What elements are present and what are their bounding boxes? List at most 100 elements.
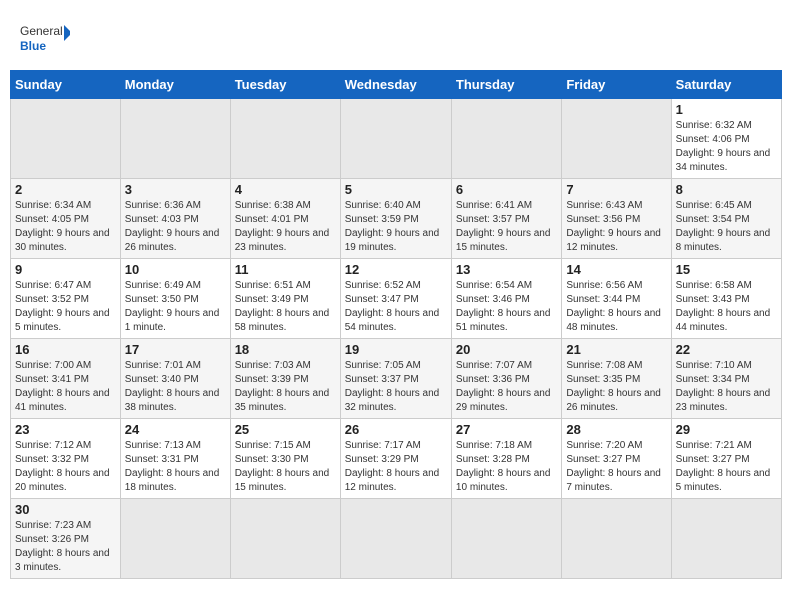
day-info: Sunrise: 7:01 AM Sunset: 3:40 PM Dayligh… — [125, 359, 226, 415]
calendar-cell: 29 Sunrise: 7:21 AM Sunset: 3:27 PM Dayli… — [671, 419, 781, 499]
day-number: 2 — [15, 182, 116, 197]
day-info: Sunrise: 7:08 AM Sunset: 3:35 PM Dayligh… — [566, 359, 666, 415]
day-info: Sunrise: 6:51 AM Sunset: 3:49 PM Dayligh… — [235, 279, 336, 335]
day-number: 21 — [566, 342, 666, 357]
day-number: 7 — [566, 182, 666, 197]
day-info: Sunrise: 6:49 AM Sunset: 3:50 PM Dayligh… — [125, 279, 226, 335]
calendar-cell: 22 Sunrise: 7:10 AM Sunset: 3:34 PM Dayli… — [671, 339, 781, 419]
calendar-cell: 30Sunrise: 7:23 AM Sunset: 3:26 PM Dayli… — [11, 499, 121, 579]
day-number: 26 — [345, 422, 447, 437]
day-info: Sunrise: 6:34 AM Sunset: 4:05 PM Dayligh… — [15, 199, 116, 255]
weekday-monday: Monday — [120, 71, 230, 99]
day-info: Sunrise: 7:23 AM Sunset: 3:26 PM Dayligh… — [15, 519, 116, 575]
day-number: 4 — [235, 182, 336, 197]
day-number: 29 — [676, 422, 777, 437]
week-row: 9Sunrise: 6:47 AM Sunset: 3:52 PM Daylig… — [11, 259, 782, 339]
calendar-cell: 4 Sunrise: 6:38 AM Sunset: 4:01 PM Daylig… — [230, 179, 340, 259]
day-number: 20 — [456, 342, 557, 357]
day-number: 6 — [456, 182, 557, 197]
calendar-cell: 8Sunrise: 6:45 AM Sunset: 3:54 PM Daylig… — [671, 179, 781, 259]
day-number: 13 — [456, 262, 557, 277]
day-info: Sunrise: 6:56 AM Sunset: 3:44 PM Dayligh… — [566, 279, 666, 335]
week-row: 2 Sunrise: 6:34 AM Sunset: 4:05 PM Daylig… — [11, 179, 782, 259]
day-number: 5 — [345, 182, 447, 197]
day-info: Sunrise: 6:43 AM Sunset: 3:56 PM Dayligh… — [566, 199, 666, 255]
calendar-cell — [451, 99, 561, 179]
day-info: Sunrise: 6:36 AM Sunset: 4:03 PM Dayligh… — [125, 199, 226, 255]
week-row: 23Sunrise: 7:12 AM Sunset: 3:32 PM Dayli… — [11, 419, 782, 499]
day-info: Sunrise: 7:10 AM Sunset: 3:34 PM Dayligh… — [676, 359, 777, 415]
calendar-cell — [120, 499, 230, 579]
calendar-cell: 5 Sunrise: 6:40 AM Sunset: 3:59 PM Daylig… — [340, 179, 451, 259]
calendar-cell: 19Sunrise: 7:05 AM Sunset: 3:37 PM Dayli… — [340, 339, 451, 419]
day-info: Sunrise: 6:54 AM Sunset: 3:46 PM Dayligh… — [456, 279, 557, 335]
calendar-cell: 12Sunrise: 6:52 AM Sunset: 3:47 PM Dayli… — [340, 259, 451, 339]
day-info: Sunrise: 6:41 AM Sunset: 3:57 PM Dayligh… — [456, 199, 557, 255]
calendar-cell: 13 Sunrise: 6:54 AM Sunset: 3:46 PM Dayli… — [451, 259, 561, 339]
calendar-cell: 16Sunrise: 7:00 AM Sunset: 3:41 PM Dayli… — [11, 339, 121, 419]
calendar-cell — [11, 99, 121, 179]
day-info: Sunrise: 7:00 AM Sunset: 3:41 PM Dayligh… — [15, 359, 116, 415]
day-info: Sunrise: 7:18 AM Sunset: 3:28 PM Dayligh… — [456, 439, 557, 495]
weekday-tuesday: Tuesday — [230, 71, 340, 99]
calendar-cell: 21 Sunrise: 7:08 AM Sunset: 3:35 PM Dayli… — [562, 339, 671, 419]
calendar-cell: 6 Sunrise: 6:41 AM Sunset: 3:57 PM Daylig… — [451, 179, 561, 259]
day-number: 3 — [125, 182, 226, 197]
calendar-cell — [451, 499, 561, 579]
calendar-cell — [671, 499, 781, 579]
day-info: Sunrise: 7:17 AM Sunset: 3:29 PM Dayligh… — [345, 439, 447, 495]
day-info: Sunrise: 6:52 AM Sunset: 3:47 PM Dayligh… — [345, 279, 447, 335]
weekday-wednesday: Wednesday — [340, 71, 451, 99]
day-number: 25 — [235, 422, 336, 437]
week-row: 30Sunrise: 7:23 AM Sunset: 3:26 PM Dayli… — [11, 499, 782, 579]
day-number: 27 — [456, 422, 557, 437]
calendar-cell — [340, 99, 451, 179]
day-info: Sunrise: 6:40 AM Sunset: 3:59 PM Dayligh… — [345, 199, 447, 255]
calendar-cell: 28Sunrise: 7:20 AM Sunset: 3:27 PM Dayli… — [562, 419, 671, 499]
day-info: Sunrise: 6:32 AM Sunset: 4:06 PM Dayligh… — [676, 119, 777, 175]
calendar-cell: 26 Sunrise: 7:17 AM Sunset: 3:29 PM Dayli… — [340, 419, 451, 499]
calendar-cell: 10 Sunrise: 6:49 AM Sunset: 3:50 PM Dayli… — [120, 259, 230, 339]
day-info: Sunrise: 7:13 AM Sunset: 3:31 PM Dayligh… — [125, 439, 226, 495]
calendar-cell: 3 Sunrise: 6:36 AM Sunset: 4:03 PM Daylig… — [120, 179, 230, 259]
calendar-cell: 9Sunrise: 6:47 AM Sunset: 3:52 PM Daylig… — [11, 259, 121, 339]
calendar-cell: 15Sunrise: 6:58 AM Sunset: 3:43 PM Dayli… — [671, 259, 781, 339]
day-number: 24 — [125, 422, 226, 437]
header: General Blue — [10, 10, 782, 65]
weekday-thursday: Thursday — [451, 71, 561, 99]
calendar-cell: 20Sunrise: 7:07 AM Sunset: 3:36 PM Dayli… — [451, 339, 561, 419]
day-info: Sunrise: 7:15 AM Sunset: 3:30 PM Dayligh… — [235, 439, 336, 495]
calendar-cell: 11Sunrise: 6:51 AM Sunset: 3:49 PM Dayli… — [230, 259, 340, 339]
day-number: 10 — [125, 262, 226, 277]
calendar-cell: 25 Sunrise: 7:15 AM Sunset: 3:30 PM Dayli… — [230, 419, 340, 499]
svg-text:General: General — [20, 24, 63, 38]
week-row: 16Sunrise: 7:00 AM Sunset: 3:41 PM Dayli… — [11, 339, 782, 419]
day-info: Sunrise: 7:21 AM Sunset: 3:27 PM Dayligh… — [676, 439, 777, 495]
calendar-body: 1Sunrise: 6:32 AM Sunset: 4:06 PM Daylig… — [11, 99, 782, 579]
calendar-cell — [562, 99, 671, 179]
day-info: Sunrise: 6:38 AM Sunset: 4:01 PM Dayligh… — [235, 199, 336, 255]
calendar-cell: 2 Sunrise: 6:34 AM Sunset: 4:05 PM Daylig… — [11, 179, 121, 259]
day-info: Sunrise: 7:03 AM Sunset: 3:39 PM Dayligh… — [235, 359, 336, 415]
calendar-cell — [562, 499, 671, 579]
day-number: 17 — [125, 342, 226, 357]
calendar-cell — [340, 499, 451, 579]
calendar-cell — [230, 499, 340, 579]
calendar-cell: 27 Sunrise: 7:18 AM Sunset: 3:28 PM Dayli… — [451, 419, 561, 499]
calendar-cell: 17 Sunrise: 7:01 AM Sunset: 3:40 PM Dayli… — [120, 339, 230, 419]
calendar-cell: 1Sunrise: 6:32 AM Sunset: 4:06 PM Daylig… — [671, 99, 781, 179]
weekday-header: SundayMondayTuesdayWednesdayThursdayFrid… — [11, 71, 782, 99]
day-number: 9 — [15, 262, 116, 277]
week-row: 1Sunrise: 6:32 AM Sunset: 4:06 PM Daylig… — [11, 99, 782, 179]
day-info: Sunrise: 7:05 AM Sunset: 3:37 PM Dayligh… — [345, 359, 447, 415]
weekday-sunday: Sunday — [11, 71, 121, 99]
calendar-cell: 23Sunrise: 7:12 AM Sunset: 3:32 PM Dayli… — [11, 419, 121, 499]
weekday-saturday: Saturday — [671, 71, 781, 99]
weekday-friday: Friday — [562, 71, 671, 99]
day-number: 23 — [15, 422, 116, 437]
day-number: 22 — [676, 342, 777, 357]
calendar-cell: 14Sunrise: 6:56 AM Sunset: 3:44 PM Dayli… — [562, 259, 671, 339]
calendar: SundayMondayTuesdayWednesdayThursdayFrid… — [10, 70, 782, 579]
day-info: Sunrise: 7:20 AM Sunset: 3:27 PM Dayligh… — [566, 439, 666, 495]
calendar-cell — [230, 99, 340, 179]
